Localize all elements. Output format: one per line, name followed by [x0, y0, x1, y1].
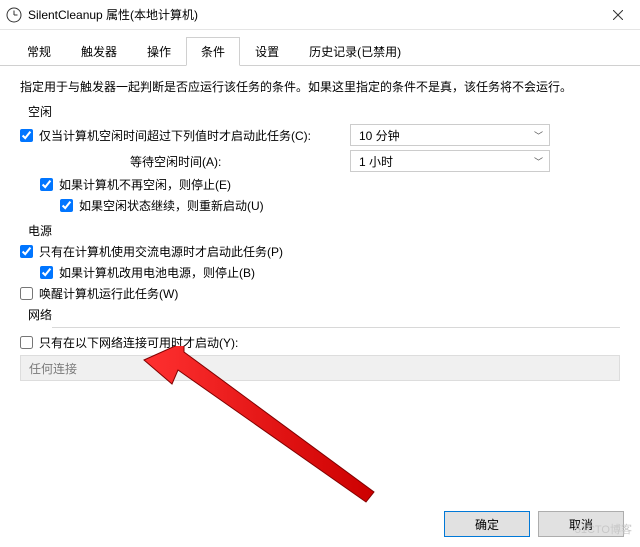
window-title: SilentCleanup 属性(本地计算机) — [28, 6, 595, 23]
label-wake: 唤醒计算机运行此任务(W) — [39, 285, 178, 302]
label-power-ac: 只有在计算机使用交流电源时才启动此任务(P) — [39, 243, 283, 260]
conditions-description: 指定用于与触发器一起判断是否应运行该任务的条件。如果这里指定的条件不是真，该任务… — [20, 78, 620, 97]
group-network-label: 网络 — [20, 306, 620, 323]
checkbox-network[interactable] — [20, 336, 33, 349]
tab-actions[interactable]: 操作 — [132, 37, 186, 66]
chevron-down-icon: ﹀ — [534, 155, 543, 168]
checkbox-power-ac[interactable] — [20, 245, 33, 258]
label-idle-start: 仅当计算机空闲时间超过下列值时才启动此任务(C): — [39, 127, 311, 144]
window-icon — [6, 7, 22, 23]
label-power-battery-stop: 如果计算机改用电池电源，则停止(B) — [59, 264, 255, 281]
checkbox-wake[interactable] — [20, 287, 33, 300]
label-idle-stop: 如果计算机不再空闲，则停止(E) — [59, 176, 231, 193]
label-idle-wait: 等待空闲时间(A): — [130, 153, 221, 170]
divider — [52, 327, 620, 328]
select-idle-minutes[interactable]: 10 分钟 ﹀ — [350, 124, 550, 146]
tab-settings[interactable]: 设置 — [240, 37, 294, 66]
tab-conditions[interactable]: 条件 — [186, 37, 240, 66]
select-network-connection: 任何连接 — [20, 355, 620, 381]
label-network: 只有在以下网络连接可用时才启动(Y): — [39, 334, 238, 351]
checkbox-idle-start[interactable] — [20, 129, 33, 142]
cancel-button[interactable]: 取消 — [538, 511, 624, 537]
content-pane: 指定用于与触发器一起判断是否应运行该任务的条件。如果这里指定的条件不是真，该任务… — [0, 66, 640, 381]
checkbox-power-battery-stop[interactable] — [40, 266, 53, 279]
group-idle-label: 空闲 — [20, 103, 620, 120]
checkbox-idle-restart[interactable] — [60, 199, 73, 212]
ok-button[interactable]: 确定 — [444, 511, 530, 537]
select-idle-wait-value: 1 小时 — [359, 153, 393, 170]
close-button[interactable] — [595, 0, 640, 30]
label-idle-restart: 如果空闲状态继续，则重新启动(U) — [79, 197, 264, 214]
tab-history[interactable]: 历史记录(已禁用) — [294, 37, 416, 66]
select-idle-wait[interactable]: 1 小时 ﹀ — [350, 150, 550, 172]
tab-general[interactable]: 常规 — [12, 37, 66, 66]
tab-triggers[interactable]: 触发器 — [66, 37, 132, 66]
chevron-down-icon: ﹀ — [534, 129, 543, 142]
tab-bar: 常规 触发器 操作 条件 设置 历史记录(已禁用) — [0, 36, 640, 66]
group-power-label: 电源 — [20, 222, 620, 239]
checkbox-idle-stop[interactable] — [40, 178, 53, 191]
select-idle-minutes-value: 10 分钟 — [359, 127, 400, 144]
